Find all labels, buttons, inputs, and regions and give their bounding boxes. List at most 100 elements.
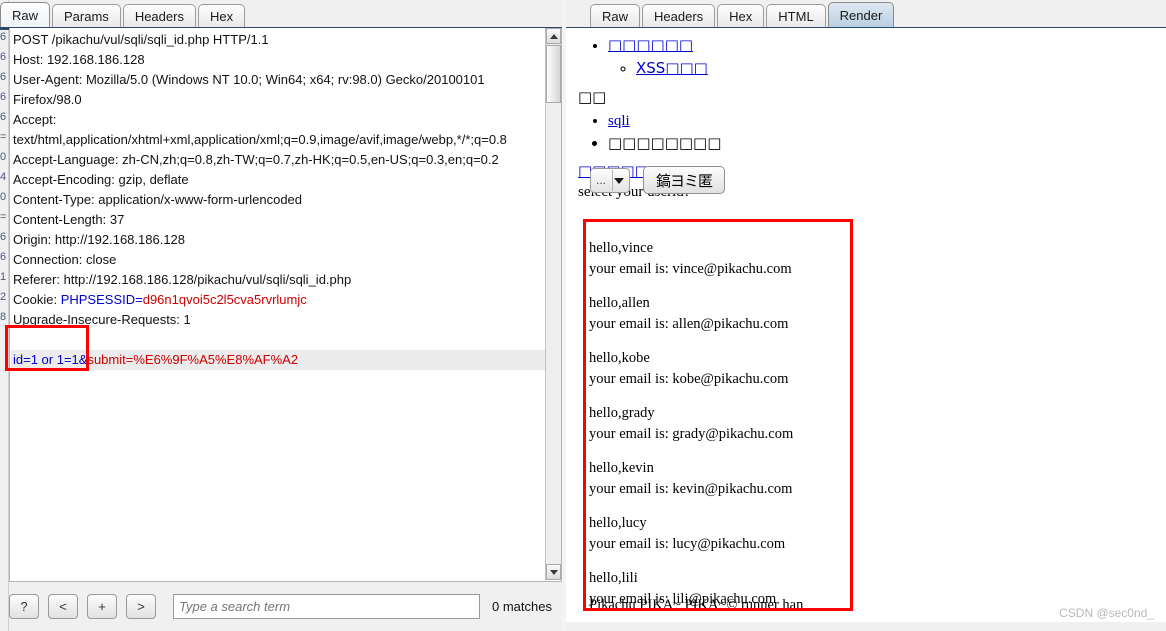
userid-form: ... 鎬ヨミ匿 [590, 166, 726, 194]
request-header-line: Accept: [13, 112, 57, 127]
scroll-down-button[interactable] [546, 564, 561, 580]
result-email: your email is: kobe@pikachu.com [589, 370, 789, 387]
request-header-line: Connection: close [13, 252, 117, 267]
scrollbar-thumb[interactable] [546, 45, 561, 103]
sqli-results-text: hello,vince your email is: vince@pikachu.… [589, 238, 859, 623]
ghost-char: 2 [0, 291, 7, 303]
result-entry: hello,allen your email is: allen@pikachu.… [589, 293, 859, 334]
result-greeting: hello,allen [589, 295, 650, 311]
search-match-count: 0 matches [492, 598, 552, 614]
request-body-line[interactable]: id=1 or 1=1&submit=%E6%9F%A5%E8%AF%A2 [11, 350, 546, 370]
response-tabs: Raw Headers Hex HTML Render [590, 0, 896, 28]
tab-headers[interactable]: Headers [122, 4, 196, 28]
request-vertical-scrollbar[interactable] [545, 28, 561, 580]
search-add-button[interactable]: + [87, 593, 117, 619]
nav-list-primary: □□□□□□ XSS□□□ [566, 34, 1166, 80]
tab-render[interactable]: Render [827, 2, 895, 28]
submit-param-token: submit=%E6%9F%A5%E8%AF%A2 [87, 352, 299, 367]
tab-params[interactable]: Params [52, 4, 121, 28]
nav-subitem-xss[interactable]: XSS□□□ [636, 57, 1166, 80]
burp-suite-window: 6 6 6 6 6 = 0 4 0 = 6 6 1 2 8 Raw Params Headers Hex POST… [0, 0, 1166, 631]
ghost-char: 8 [0, 311, 7, 323]
result-entry: hello,kevin your email is: kevin@pikachu.… [589, 458, 859, 499]
ghost-char: = [0, 211, 7, 223]
result-entry: hello,vince your email is: vince@pikachu.… [589, 238, 859, 279]
request-panel: 6 6 6 6 6 = 0 4 0 = 6 6 1 2 8 Raw Params Headers Hex POST… [0, 0, 562, 631]
select-divider [612, 169, 613, 191]
clipped-neighbor-column: 6 6 6 6 6 = 0 4 0 = 6 6 1 2 8 [0, 0, 9, 631]
tab-hex[interactable]: Hex [717, 4, 765, 28]
nav-list-secondary: XSS□□□ [608, 57, 1166, 80]
request-header-line: Content-Length: 37 [13, 212, 125, 227]
nav-link-xss[interactable]: XSS□□□ [636, 59, 708, 77]
ghost-char: 6 [0, 251, 7, 263]
ghost-char: 6 [0, 111, 7, 123]
ghost-char: = [0, 131, 7, 143]
result-email: your email is: lucy@pikachu.com [589, 535, 786, 552]
search-help-button[interactable]: ? [9, 593, 39, 619]
ghost-char: 6 [0, 31, 7, 43]
nav-item-sqli[interactable]: sqli [608, 110, 1166, 132]
cookie-value: d96n1qvoi5c2l5cva5rvrlumjc [142, 292, 307, 307]
result-email: your email is: vince@pikachu.com [589, 260, 792, 277]
request-header-line: Firefox/98.0 [13, 92, 82, 107]
chevron-down-icon [614, 178, 624, 184]
tab-raw[interactable]: Raw [590, 4, 641, 28]
scroll-up-button[interactable] [546, 28, 561, 44]
result-email: your email is: kevin@pikachu.com [589, 480, 793, 497]
userid-select-value: ... [596, 173, 607, 187]
request-tabs: Raw Params Headers Hex [0, 0, 247, 28]
triangle-down-icon [549, 570, 558, 575]
request-header-line: User-Agent: Mozilla/5.0 (Windows NT 10.0… [13, 72, 485, 87]
query-submit-button[interactable]: 鎬ヨミ匿 [643, 166, 726, 194]
request-header-line: text/html,application/xhtml+xml,applicat… [13, 132, 507, 147]
result-greeting: hello,grady [589, 405, 655, 421]
request-raw-text[interactable]: POST /pikachu/vul/sqli/sqli_id.php HTTP/… [10, 28, 546, 580]
ghost-char: 6 [0, 91, 7, 103]
request-raw-container: POST /pikachu/vul/sqli/sqli_id.php HTTP/… [9, 28, 562, 582]
result-email: your email is: grady@pikachu.com [589, 425, 794, 442]
tab-html[interactable]: HTML [766, 4, 826, 28]
request-header-line: Upgrade-Insecure-Requests: 1 [13, 312, 191, 327]
userid-select[interactable]: ... [590, 167, 630, 193]
request-search-toolbar: ? < + > 0 matches [9, 586, 562, 626]
nav-link-sqli[interactable]: sqli [608, 113, 630, 129]
tab-raw[interactable]: Raw [0, 2, 51, 28]
search-input[interactable] [173, 593, 480, 619]
nav-item-1[interactable]: □□□□□□ XSS□□□ [608, 34, 1166, 80]
sqli-payload-token: id=1 or 1=1& [13, 352, 88, 367]
search-next-button[interactable]: > [126, 593, 156, 619]
triangle-up-icon [549, 34, 558, 39]
ghost-char: 6 [0, 51, 7, 63]
result-entry: hello,kobe your email is: kobe@pikachu.co… [589, 348, 859, 389]
request-tab-strip: Raw Params Headers Hex [0, 0, 562, 30]
request-cookie-line: Cookie: PHPSESSID=d96n1qvoi5c2l5cva5rvrl… [13, 292, 307, 307]
ghost-char: 6 [0, 231, 7, 243]
result-entry: hello,lucy your email is: lucy@pikachu.co… [589, 513, 859, 554]
request-header-line: POST /pikachu/vul/sqli/sqli_id.php HTTP/… [13, 32, 269, 47]
result-email: your email is: allen@pikachu.com [589, 315, 789, 332]
ghost-char: 6 [0, 71, 7, 83]
cookie-name: PHPSESSID= [60, 292, 143, 307]
nav-list-tertiary: sqli □□□□□□□□ [566, 110, 1166, 154]
tab-headers[interactable]: Headers [642, 4, 716, 28]
result-greeting: hello,kobe [589, 350, 650, 366]
nav-link-1[interactable]: □□□□□□ [608, 36, 693, 54]
ghost-char: 0 [0, 191, 7, 203]
request-header-line: Accept-Language: zh-CN,zh;q=0.8,zh-TW;q=… [13, 152, 499, 167]
request-header-line: Accept-Encoding: gzip, deflate [13, 172, 189, 187]
tab-hex[interactable]: Hex [197, 4, 246, 28]
response-tab-strip: Raw Headers Hex HTML Render [566, 0, 1166, 30]
ghost-char: 1 [0, 271, 7, 283]
ghost-char: 0 [0, 151, 7, 163]
nav-item-3: □□□□□□□□ [608, 132, 1166, 154]
search-prev-button[interactable]: < [48, 593, 78, 619]
result-greeting: hello,vince [589, 240, 654, 256]
window-bottom-strip [566, 622, 1166, 631]
request-header-line: Content-Type: application/x-www-form-url… [13, 192, 303, 207]
request-header-line: Host: 192.168.186.128 [13, 52, 145, 67]
request-header-line: Referer: http://192.168.186.128/pikachu/… [13, 272, 352, 287]
page-footer-text: Pikachu PIKA~ PIKA~© runner han [589, 597, 804, 613]
ghost-char: 4 [0, 171, 7, 183]
result-greeting: hello,kevin [589, 460, 654, 476]
